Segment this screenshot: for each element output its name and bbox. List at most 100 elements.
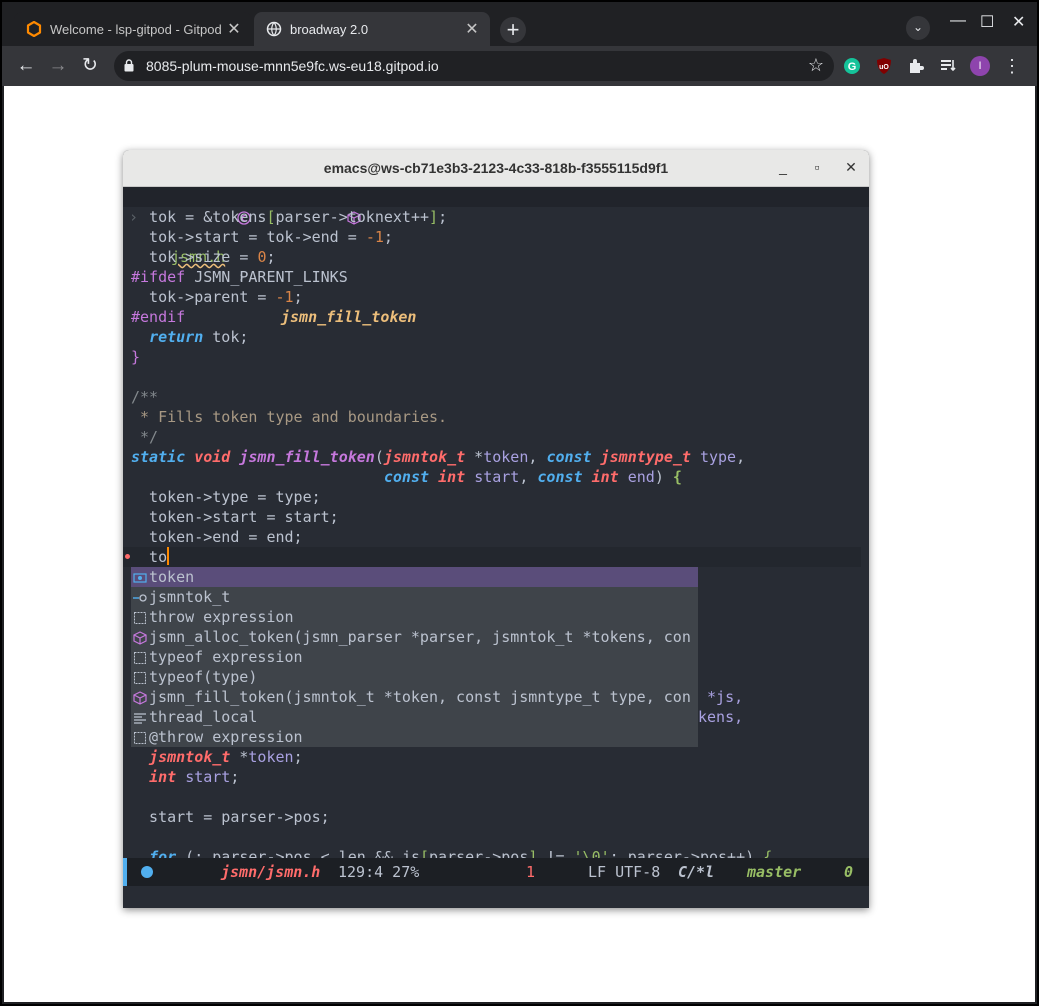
completion-item[interactable]: token: [131, 567, 698, 587]
globe-icon: [266, 21, 282, 37]
git-branch[interactable]: master: [747, 858, 801, 886]
reload-button[interactable]: ↻: [78, 54, 102, 78]
code-line-fragment: kens,: [698, 708, 744, 726]
c-language-icon: C: [175, 865, 280, 908]
completion-item[interactable]: @throw expression: [131, 727, 698, 747]
code-line-fragment: *js,: [698, 688, 744, 706]
maximize-icon[interactable]: ☐: [980, 12, 994, 32]
completion-item[interactable]: throw expression: [131, 607, 698, 627]
code-line: }: [131, 348, 141, 366]
page-content: emacs@ws-cb71e3b3-2123-4c33-818b-f355511…: [4, 86, 1035, 1002]
code-line: return tok;: [149, 328, 249, 346]
tab-close-icon[interactable]: ✕: [462, 19, 482, 39]
method-icon: [133, 630, 147, 645]
lock-icon: [124, 59, 134, 72]
text-cursor: [167, 547, 170, 565]
close-window-icon[interactable]: ✕: [1012, 12, 1025, 32]
snippet-icon: [133, 670, 147, 684]
code-line: tok->start = tok->end = -1;: [131, 228, 393, 246]
tab-strip: Welcome - lsp-gitpod - Gitpod ✕ broadway…: [2, 2, 1037, 46]
completion-item[interactable]: typeof expression: [131, 647, 698, 667]
code-line: tok->parent = -1;: [131, 288, 303, 306]
rocket-icon: [553, 864, 658, 908]
code-line: token->start = start;: [131, 508, 339, 526]
field-icon: [133, 570, 147, 584]
code-editor[interactable]: tok = &tokens[parser->toknext++]; tok->s…: [123, 207, 869, 863]
code-line: tok->size = 0;: [131, 248, 276, 266]
svg-text:uO: uO: [879, 64, 889, 71]
back-button[interactable]: ←: [14, 54, 38, 78]
completion-text: typeof(type): [149, 668, 258, 686]
svg-text:G: G: [848, 61, 857, 73]
completion-text: jsmn_alloc_token(jsmn_parser *parser, js…: [149, 628, 691, 646]
code-line: static void jsmn_fill_token(jsmntok_t *t…: [131, 448, 746, 466]
minimize-icon[interactable]: —: [950, 12, 966, 30]
completion-text: jsmn_fill_token(jsmntok_t *token, const …: [149, 688, 691, 706]
snippet-icon: [133, 650, 147, 664]
tab-title: broadway 2.0: [290, 21, 369, 37]
completion-text: typeof expression: [149, 648, 303, 666]
profile-avatar[interactable]: I: [970, 56, 990, 76]
code-line-current: to: [131, 547, 170, 566]
tab-title: Welcome - lsp-gitpod - Gitpod: [50, 21, 222, 37]
url-text: 8085-plum-mouse-mnn5e9fc.ws-eu18.gitpod.…: [146, 58, 439, 74]
profile-initial: I: [970, 56, 990, 76]
error-count[interactable]: 1: [526, 858, 535, 886]
window-title: emacs@ws-cb71e3b3-2123-4c33-818b-f355511…: [323, 160, 669, 176]
snippet-icon: [133, 730, 147, 744]
close-icon[interactable]: ✕: [842, 158, 860, 176]
completion-item[interactable]: typeof(type): [131, 667, 698, 687]
completion-text: token: [149, 568, 195, 586]
bookmark-star-icon[interactable]: ☆: [808, 55, 824, 76]
encoding-label[interactable]: LF UTF-8: [588, 858, 660, 886]
echo-area[interactable]: [123, 886, 869, 908]
browser-menu-icon[interactable]: ⋮: [1002, 56, 1022, 76]
code-line: tok = &tokens[parser->toknext++];: [149, 208, 448, 226]
completion-popup: token jsmntok_t throw expression jsmn_al…: [131, 567, 698, 747]
extensions-puzzle-icon[interactable]: [906, 56, 926, 76]
tab-gitpod-welcome[interactable]: Welcome - lsp-gitpod - Gitpod ✕: [14, 12, 252, 46]
modeline: C jsmn/jsmn.h 129:4 27% 1 LF UTF-8 C/*l …: [123, 858, 869, 908]
ublock-icon[interactable]: uO: [874, 56, 894, 76]
forward-button[interactable]: →: [46, 54, 70, 78]
method-cube-icon: [257, 190, 361, 225]
completion-item[interactable]: thread_local: [131, 707, 698, 727]
method-icon: [133, 690, 147, 705]
grammarly-icon[interactable]: G: [842, 56, 862, 76]
tab-broadway[interactable]: broadway 2.0 ✕: [254, 12, 490, 46]
cursor-position: 129:4 27%: [338, 863, 420, 881]
warning-count[interactable]: 0: [844, 858, 853, 886]
completion-item[interactable]: jsmn_fill_token(jsmntok_t *token, const …: [131, 687, 698, 707]
no-warnings-icon: [822, 864, 838, 880]
tab-search-chevron-icon[interactable]: ⌄: [906, 16, 930, 40]
new-tab-button[interactable]: +: [500, 17, 526, 43]
major-mode[interactable]: C/*l: [678, 858, 714, 886]
modeline-active-bar: [123, 858, 127, 886]
completion-text: thread_local: [149, 708, 258, 726]
address-bar[interactable]: 8085-plum-mouse-mnn5e9fc.ws-eu18.gitpod.…: [114, 51, 834, 81]
browser-window: Welcome - lsp-gitpod - Gitpod ✕ broadway…: [2, 2, 1037, 1004]
struct-icon: [133, 590, 147, 604]
git-branch-icon: [731, 865, 834, 908]
emacs-window: emacs@ws-cb71e3b3-2123-4c33-818b-f355511…: [123, 150, 869, 908]
code-line: token->type = type;: [131, 488, 321, 506]
maximize-icon[interactable]: ▫: [808, 158, 826, 176]
keyword-icon: [133, 710, 147, 724]
completion-text: @throw expression: [149, 728, 303, 746]
minimize-icon[interactable]: _: [774, 158, 792, 176]
code-line: /**: [131, 388, 159, 406]
code-line: token->end = end;: [131, 528, 303, 546]
completion-item[interactable]: jsmn_alloc_token(jsmn_parser *parser, js…: [131, 627, 698, 647]
completion-text: throw expression: [149, 608, 294, 626]
completion-item[interactable]: jsmntok_t: [131, 587, 698, 607]
emacs-titlebar[interactable]: emacs@ws-cb71e3b3-2123-4c33-818b-f355511…: [123, 150, 869, 187]
code-line: #endif: [131, 308, 186, 326]
reading-list-icon[interactable]: [938, 56, 958, 76]
code-line: #ifdef JSMN_PARENT_LINKS: [131, 268, 348, 286]
snippet-icon: [133, 610, 147, 624]
tab-close-icon[interactable]: ✕: [224, 19, 244, 39]
completion-text: jsmntok_t: [149, 588, 231, 606]
breadcrumb: › C jsmn.h › jsmn_fill_token: [123, 187, 869, 326]
buffer-name[interactable]: jsmn/jsmn.h: [221, 858, 320, 886]
gitpod-icon: [26, 21, 42, 37]
